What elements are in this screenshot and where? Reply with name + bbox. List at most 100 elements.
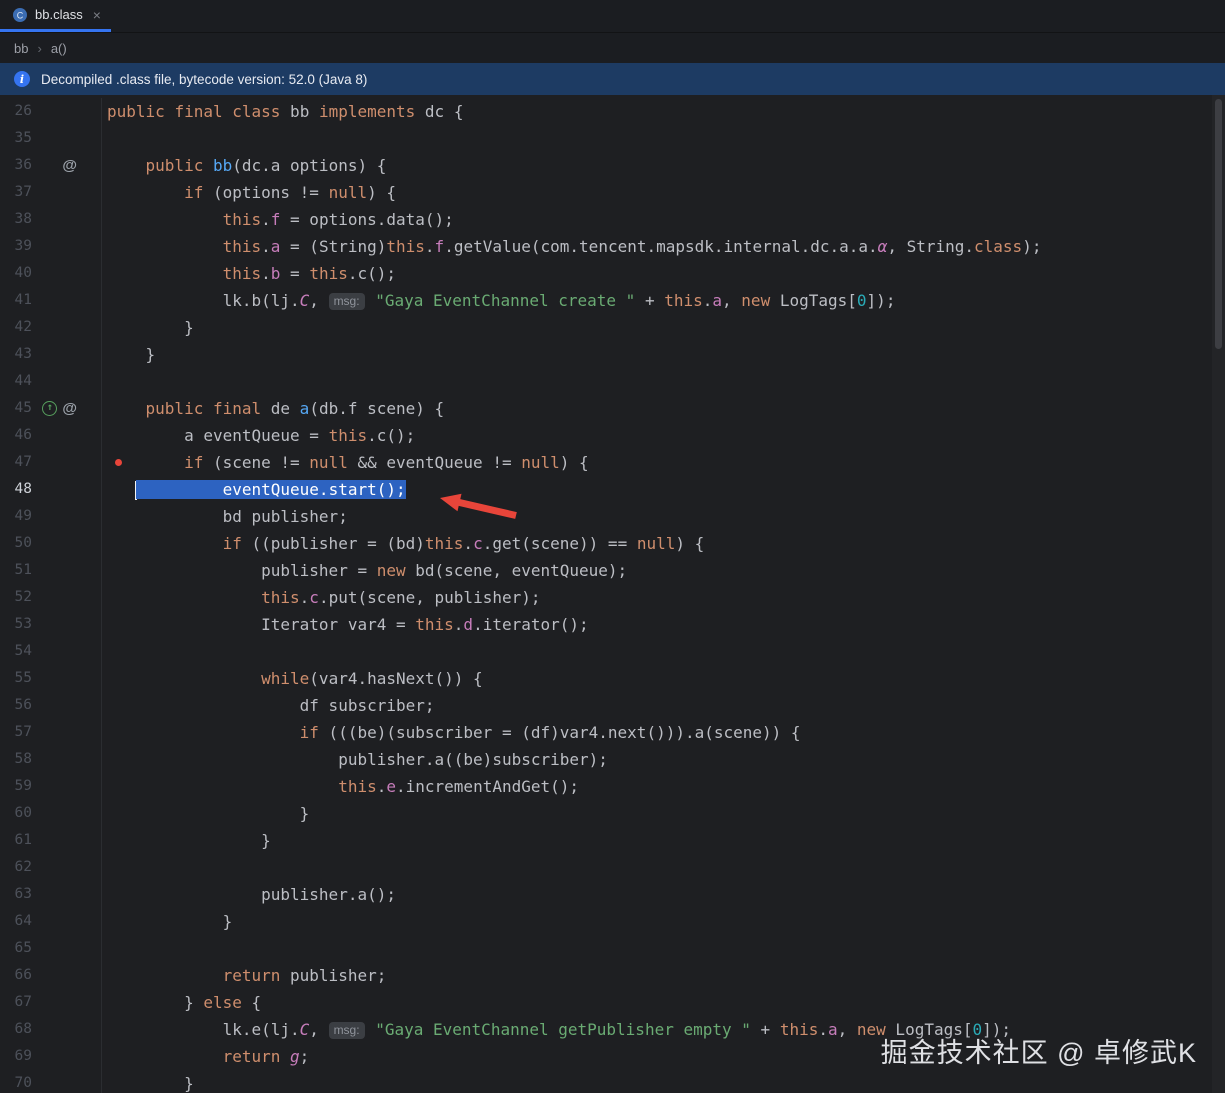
code-text[interactable]: this.c.put(scene, publisher); — [102, 584, 1225, 611]
line-number[interactable]: 43 — [0, 341, 40, 368]
code-line[interactable]: 61 } — [0, 827, 1225, 854]
line-number[interactable]: 35 — [0, 125, 40, 152]
line-number[interactable]: 41 — [0, 287, 40, 314]
line-number[interactable]: 50 — [0, 530, 40, 557]
override-marker-icon[interactable]: ↑ — [42, 401, 58, 416]
annotation-at-icon[interactable]: @ — [62, 152, 77, 179]
code-line[interactable]: 41 lk.b(lj.C, msg: "Gaya EventChannel cr… — [0, 287, 1225, 314]
code-line[interactable]: 60 } — [0, 800, 1225, 827]
code-text[interactable]: } — [102, 800, 1225, 827]
line-number[interactable]: 46 — [0, 422, 40, 449]
code-text[interactable]: while(var4.hasNext()) { — [102, 665, 1225, 692]
line-number[interactable]: 61 — [0, 827, 40, 854]
code-text[interactable]: publisher.a((be)subscriber); — [102, 746, 1225, 773]
line-number[interactable]: 26 — [0, 98, 40, 125]
breadcrumb-method[interactable]: a() — [51, 41, 67, 56]
code-line[interactable]: 49 bd publisher; — [0, 503, 1225, 530]
line-number[interactable]: 37 — [0, 179, 40, 206]
code-line[interactable]: 63 publisher.a(); — [0, 881, 1225, 908]
scrollbar[interactable] — [1212, 95, 1225, 1093]
code-text[interactable]: } — [102, 827, 1225, 854]
code-line[interactable]: 65 — [0, 935, 1225, 962]
scrollbar-thumb[interactable] — [1215, 99, 1222, 349]
code-line[interactable]: 56 df subscriber; — [0, 692, 1225, 719]
code-line[interactable]: 66 return publisher; — [0, 962, 1225, 989]
line-number[interactable]: 62 — [0, 854, 40, 881]
code-text[interactable]: if ((publisher = (bd)this.c.get(scene)) … — [102, 530, 1225, 557]
code-line[interactable]: 37 if (options != null) { — [0, 179, 1225, 206]
code-line[interactable]: 47 if (scene != null && eventQueue != nu… — [0, 449, 1225, 476]
code-line[interactable]: 64 } — [0, 908, 1225, 935]
line-number[interactable]: 53 — [0, 611, 40, 638]
code-text[interactable]: public final de a(db.f scene) { — [102, 395, 1225, 422]
code-text[interactable]: this.a = (String)this.f.getValue(com.ten… — [102, 233, 1225, 260]
code-text[interactable]: this.f = options.data(); — [102, 206, 1225, 233]
code-text[interactable]: } — [102, 908, 1225, 935]
line-number[interactable]: 65 — [0, 935, 40, 962]
line-number[interactable]: 69 — [0, 1043, 40, 1070]
code-text[interactable]: this.b = this.c(); — [102, 260, 1225, 287]
line-number[interactable]: 44 — [0, 368, 40, 395]
code-text[interactable]: if (options != null) { — [102, 179, 1225, 206]
line-number[interactable]: 55 — [0, 665, 40, 692]
code-line[interactable]: 40 this.b = this.c(); — [0, 260, 1225, 287]
red-dot-marker[interactable] — [115, 459, 122, 466]
code-text[interactable]: this.e.incrementAndGet(); — [102, 773, 1225, 800]
code-line[interactable]: 67 } else { — [0, 989, 1225, 1016]
code-text[interactable]: publisher.a(); — [102, 881, 1225, 908]
code-line[interactable]: 46 a eventQueue = this.c(); — [0, 422, 1225, 449]
code-line[interactable]: 45 ↑ @ public final de a(db.f scene) { — [0, 395, 1225, 422]
code-line[interactable]: 58 publisher.a((be)subscriber); — [0, 746, 1225, 773]
tab-bb-class[interactable]: C bb.class × — [0, 0, 111, 32]
code-line[interactable]: 50 if ((publisher = (bd)this.c.get(scene… — [0, 530, 1225, 557]
code-text[interactable] — [102, 935, 1225, 962]
code-text[interactable]: df subscriber; — [102, 692, 1225, 719]
line-number[interactable]: 42 — [0, 314, 40, 341]
code-text[interactable]: if (scene != null && eventQueue != null)… — [102, 449, 1225, 476]
line-number[interactable]: 48 — [0, 476, 40, 503]
code-line[interactable]: 39 this.a = (String)this.f.getValue(com.… — [0, 233, 1225, 260]
code-line[interactable]: 52 this.c.put(scene, publisher); — [0, 584, 1225, 611]
code-text[interactable]: public bb(dc.a options) { — [102, 152, 1225, 179]
line-number[interactable]: 57 — [0, 719, 40, 746]
code-line[interactable]: 57 if (((be)(subscriber = (df)var4.next(… — [0, 719, 1225, 746]
line-number[interactable]: 70 — [0, 1070, 40, 1093]
line-number[interactable]: 56 — [0, 692, 40, 719]
line-number[interactable]: 68 — [0, 1016, 40, 1043]
code-text[interactable]: Iterator var4 = this.d.iterator(); — [102, 611, 1225, 638]
code-line[interactable]: 59 this.e.incrementAndGet(); — [0, 773, 1225, 800]
code-text[interactable] — [102, 854, 1225, 881]
code-text[interactable]: return publisher; — [102, 962, 1225, 989]
code-text[interactable]: lk.b(lj.C, msg: "Gaya EventChannel creat… — [102, 287, 1225, 314]
code-line[interactable]: 70 } — [0, 1070, 1225, 1093]
line-number[interactable]: 52 — [0, 584, 40, 611]
code-text[interactable]: if (((be)(subscriber = (df)var4.next()))… — [102, 719, 1225, 746]
line-number[interactable]: 39 — [0, 233, 40, 260]
code-line[interactable]: 55 while(var4.hasNext()) { — [0, 665, 1225, 692]
code-line[interactable]: 26 public final class bb implements dc { — [0, 98, 1225, 125]
code-text[interactable]: } — [102, 314, 1225, 341]
code-line[interactable]: 62 — [0, 854, 1225, 881]
line-number[interactable]: 63 — [0, 881, 40, 908]
line-number[interactable]: 59 — [0, 773, 40, 800]
line-number[interactable]: 49 — [0, 503, 40, 530]
line-number[interactable]: 45 — [0, 395, 40, 422]
code-line[interactable]: 38 this.f = options.data(); — [0, 206, 1225, 233]
code-text[interactable]: } — [102, 341, 1225, 368]
line-number[interactable]: 66 — [0, 962, 40, 989]
tab-close-icon[interactable]: × — [93, 8, 101, 22]
code-text[interactable] — [102, 638, 1225, 665]
line-number[interactable]: 36 — [0, 152, 40, 179]
code-line[interactable]: 35 — [0, 125, 1225, 152]
code-text[interactable]: public final class bb implements dc { — [102, 98, 1225, 125]
line-number[interactable]: 54 — [0, 638, 40, 665]
code-line[interactable]: 43 } — [0, 341, 1225, 368]
line-number[interactable]: 58 — [0, 746, 40, 773]
code-line[interactable]: 51 publisher = new bd(scene, eventQueue)… — [0, 557, 1225, 584]
line-number[interactable]: 51 — [0, 557, 40, 584]
code-text[interactable]: } else { — [102, 989, 1225, 1016]
line-number[interactable]: 60 — [0, 800, 40, 827]
code-text[interactable]: bd publisher; — [102, 503, 1225, 530]
code-line[interactable]: 54 — [0, 638, 1225, 665]
code-text[interactable]: publisher = new bd(scene, eventQueue); — [102, 557, 1225, 584]
